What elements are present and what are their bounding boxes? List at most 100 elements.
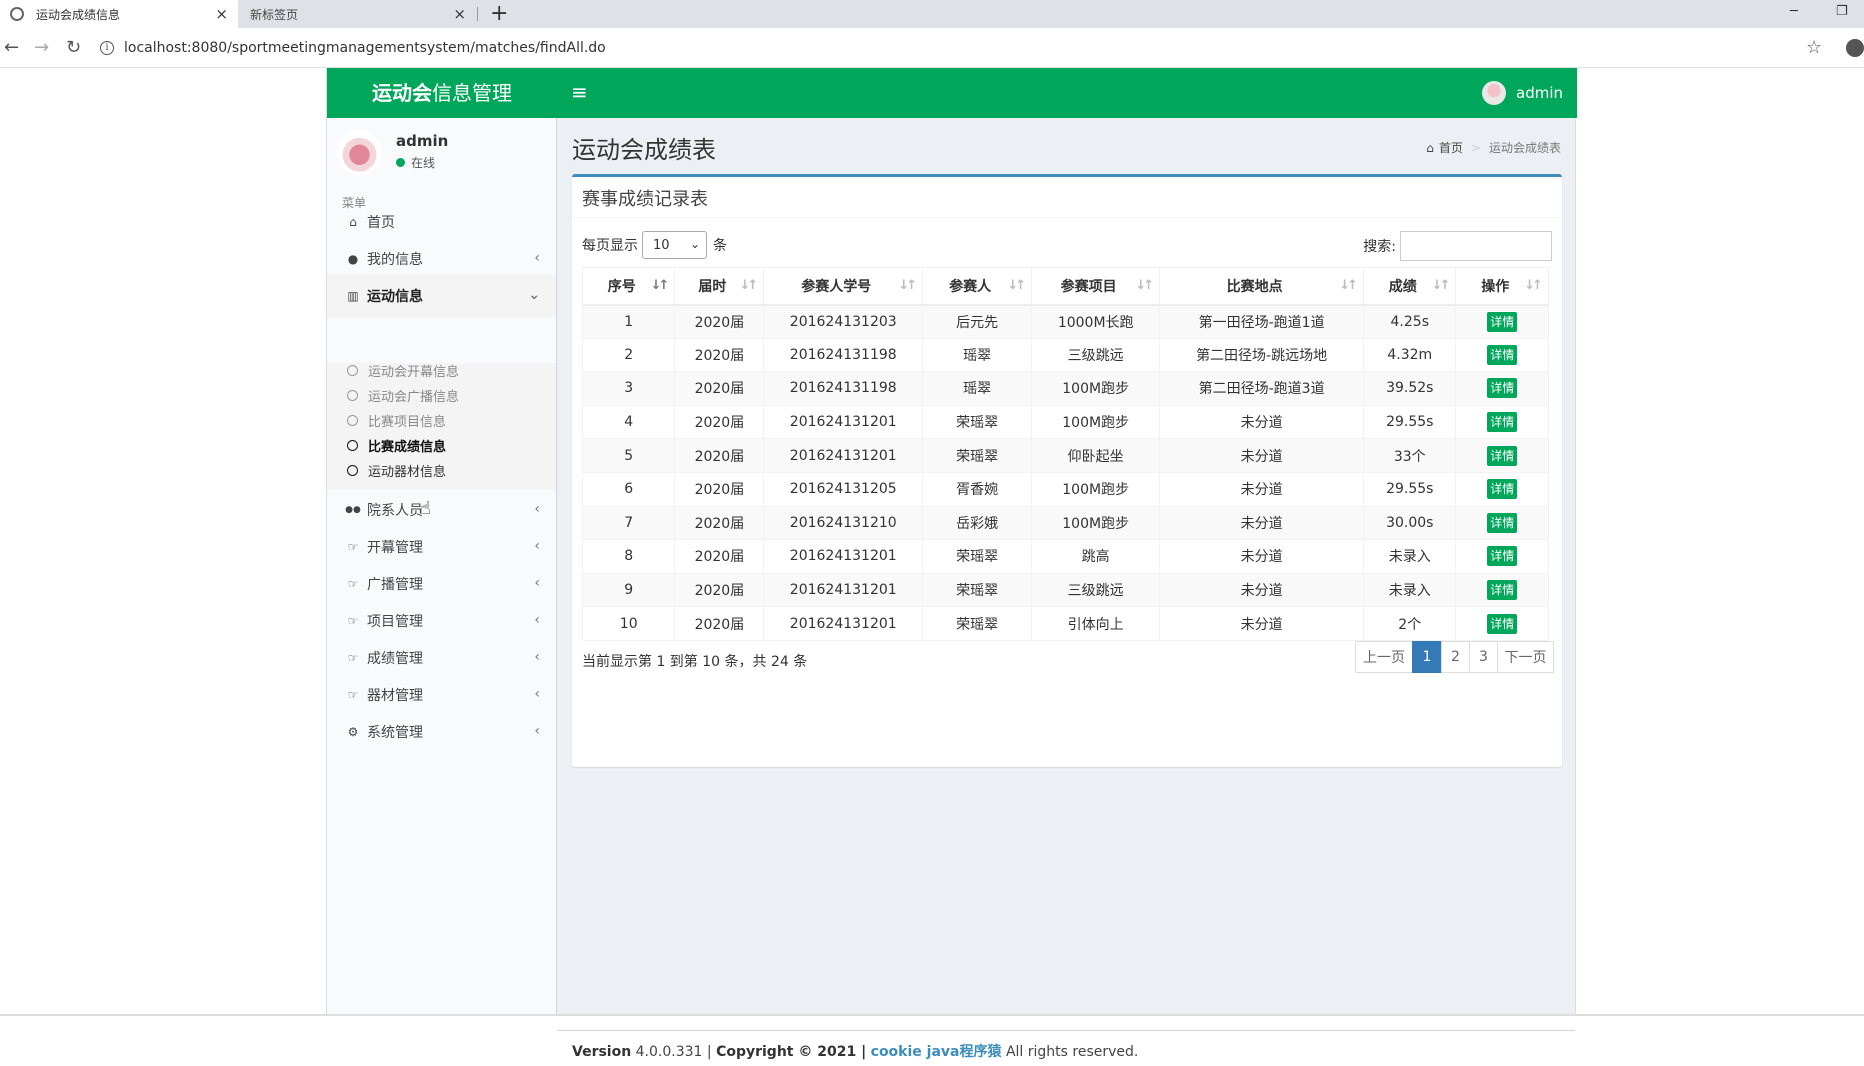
detail-button[interactable]: 详情 (1487, 613, 1518, 634)
column-header[interactable]: 届时 ↓↑ (674, 267, 765, 306)
detail-button[interactable]: 详情 (1487, 479, 1518, 500)
table-cell: 荣瑶翠 (922, 539, 1033, 574)
logo[interactable]: 运动会信息管理 (327, 68, 557, 118)
column-header[interactable]: 成绩 ↓↑ (1363, 267, 1457, 306)
sort-icon: ↓↑ (1339, 278, 1358, 293)
sort-icon: ↓↑ (1431, 278, 1451, 293)
dashboard-icon: ⌂ (1426, 140, 1434, 155)
hand-cursor-icon: ☝ (420, 498, 431, 519)
column-header[interactable]: 参赛人 ↓↑ (922, 267, 1033, 306)
breadcrumb-home[interactable]: 首页 (1439, 139, 1463, 156)
submenu-label: 运动会开幕信息 (368, 365, 460, 380)
detail-button[interactable]: 详情 (1487, 378, 1518, 399)
submenu-item-events[interactable]: 比赛项目信息 (327, 408, 556, 433)
sidebar-item-system-mgmt[interactable]: ⚙ 系统管理 ‹ (327, 710, 556, 754)
table-cell: 2020届 (674, 471, 765, 507)
submenu-item-broadcast[interactable]: 运动会广播信息 (327, 383, 556, 408)
footer-link[interactable]: cookie java程序猿 (871, 1044, 1002, 1060)
table-row: 5 2020届 201624131201 荣瑶翠 仰卧起坐 未分道 33个 详情 (581, 438, 1549, 473)
table-cell: 2020届 (674, 337, 765, 373)
chevron-left-icon: ‹ (534, 538, 540, 554)
url-field[interactable]: i localhost:8080/sportmeetingmanagements… (100, 32, 1820, 64)
detail-button[interactable]: 详情 (1487, 311, 1518, 332)
sidebar-toggle-icon[interactable]: ≡ (571, 81, 588, 103)
circle-icon (347, 390, 358, 401)
table-cell: 100M跑步 (1031, 471, 1161, 507)
column-header[interactable]: 序号 ↓↑ (581, 267, 676, 306)
column-header-label: 届时 (698, 278, 727, 295)
sidebar-item-label: 开幕管理 (367, 540, 423, 556)
pagination: 上一页 1 2 3 下一页 (1355, 641, 1554, 673)
detail-button[interactable]: 详情 (1487, 344, 1518, 365)
column-header[interactable]: 比赛地点 ↓↑ (1159, 267, 1365, 306)
column-header[interactable]: 操作 ↓↑ (1455, 267, 1549, 306)
hand-pointer-icon: ☞ (347, 651, 359, 665)
page-1-button[interactable]: 1 (1412, 641, 1442, 673)
detail-button[interactable]: 详情 (1487, 580, 1518, 601)
table-cell: 2020届 (674, 371, 765, 406)
submenu-item-equipment[interactable]: 运动器材信息 (327, 458, 556, 483)
table-cell: 荣瑶翠 (922, 438, 1033, 473)
circle-icon (347, 440, 358, 451)
table-cell: 4 (581, 404, 676, 440)
hand-pointer-icon: ☞ (347, 540, 359, 554)
main-footer: Version 4.0.0.331 | Copyright © 2021 | c… (557, 1030, 1575, 1066)
table-cell: 未分道 (1159, 404, 1365, 440)
table-cell: 详情 (1455, 572, 1549, 608)
reload-icon[interactable]: ↻ (66, 38, 81, 58)
forward-icon[interactable]: → (34, 38, 49, 58)
circle-icon (347, 465, 358, 476)
table-row: 9 2020届 201624131201 荣瑶翠 三级跳远 未分道 未录入 详情 (581, 572, 1549, 608)
search-label: 搜索: (1363, 239, 1396, 255)
next-page-button[interactable]: 下一页 (1497, 641, 1554, 673)
address-bar: ← → ↻ i localhost:8080/sportmeetingmanag… (0, 28, 1864, 68)
table-cell: 2020届 (674, 539, 765, 574)
column-header[interactable]: 参赛项目 ↓↑ (1031, 267, 1161, 306)
column-header-label: 参赛人 (949, 278, 992, 295)
url-text[interactable]: localhost:8080/sportmeetingmanagementsys… (124, 40, 606, 56)
sidebar-item-sports-info[interactable]: ▥ 运动信息 ⌄ (327, 274, 556, 318)
table-cell: 5 (581, 438, 676, 473)
back-icon[interactable]: ← (4, 38, 19, 58)
detail-button[interactable]: 详情 (1487, 512, 1518, 533)
table-cell: 33个 (1363, 438, 1457, 473)
submenu-item-results[interactable]: 比赛成绩信息 (327, 433, 556, 458)
restore-icon[interactable]: ❐ (1836, 4, 1848, 19)
minimize-icon[interactable]: ─ (1790, 4, 1798, 19)
column-header[interactable]: 参赛人学号 ↓↑ (763, 267, 924, 306)
table-row: 10 2020届 201624131201 荣瑶翠 引体向上 未分道 2个 详情 (581, 606, 1549, 641)
tab-title: 新标签页 (250, 7, 299, 22)
users-icon: ●● (345, 505, 361, 515)
detail-button[interactable]: 详情 (1487, 412, 1518, 433)
profile-icon[interactable] (1846, 39, 1864, 57)
detail-button[interactable]: 详情 (1487, 546, 1518, 567)
bookmark-star-icon[interactable]: ☆ (1806, 37, 1822, 58)
info-icon[interactable]: i (100, 41, 114, 55)
browser-tab-new[interactable]: 新标签页 × (240, 0, 476, 28)
page-length-select[interactable]: 10 ⌄ (642, 231, 707, 259)
table-cell: 荣瑶翠 (922, 572, 1033, 608)
table-cell: 第二田径场-跑道3道 (1159, 371, 1365, 406)
close-icon[interactable]: × (215, 6, 228, 22)
browser-tab-active[interactable]: 运动会成绩信息 × (0, 0, 238, 28)
close-icon[interactable]: × (453, 6, 466, 22)
search-input[interactable] (1400, 231, 1552, 261)
chevron-down-icon: ⌄ (689, 237, 700, 251)
table-cell: 9 (581, 572, 676, 608)
page-3-button[interactable]: 3 (1469, 641, 1498, 673)
page-2-button[interactable]: 2 (1441, 641, 1470, 673)
table-body: 1 2020届 201624131203 后元先 1000M长跑 第一田径场-跑道1道 4.… (581, 304, 1549, 641)
avatar (1482, 81, 1506, 105)
prev-page-button[interactable]: 上一页 (1355, 641, 1413, 673)
page-title: 运动会成绩表 (572, 136, 716, 164)
submenu-label: 运动器材信息 (368, 465, 447, 480)
globe-icon (10, 7, 24, 21)
table-cell: 瑶翠 (922, 337, 1033, 373)
submenu-item-opening[interactable]: 运动会开幕信息 (327, 358, 556, 383)
detail-button[interactable]: 详情 (1487, 445, 1518, 466)
new-tab-button[interactable]: + (490, 2, 508, 26)
user-menu[interactable]: admin (1482, 68, 1577, 118)
rights-text: All rights reserved. (1005, 1044, 1139, 1060)
table-cell: 第一田径场-跑道1道 (1159, 304, 1365, 339)
table-cell: 201624131205 (763, 471, 924, 507)
